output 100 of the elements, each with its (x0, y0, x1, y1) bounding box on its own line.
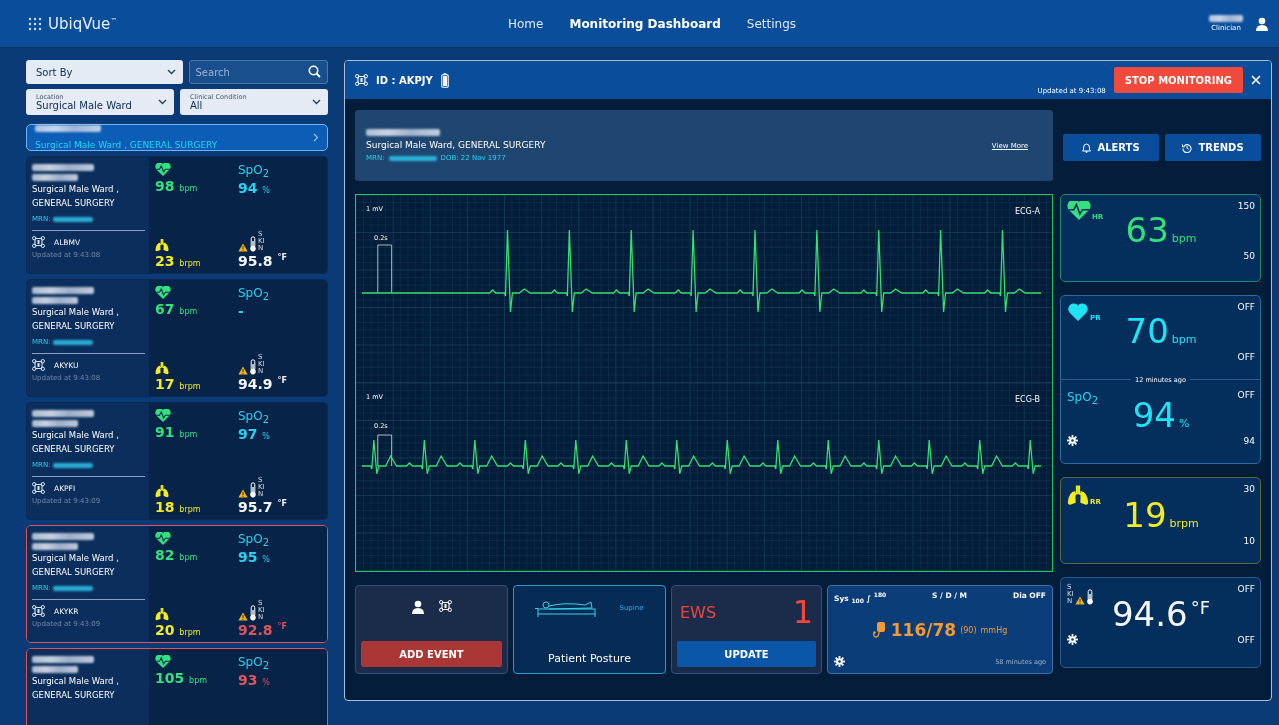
lungs-icon (155, 238, 169, 252)
device-id: ID : AKPJY (376, 74, 433, 86)
settings-icon[interactable] (1067, 634, 1078, 645)
ward-location: Surgical Male Ward , (32, 307, 120, 318)
lower-limit: 50 (1243, 251, 1255, 261)
department: GENERAL SURGERY (32, 321, 116, 332)
redacted-text (32, 533, 94, 540)
spo2-label: SpO$_{2}$ (238, 163, 271, 180)
nav-link[interactable]: Monitoring Dashboard (569, 16, 721, 31)
thermometer-icon (249, 359, 257, 375)
ward-location: Surgical Male Ward, GENERAL SURGERY (366, 140, 547, 150)
spo2-value: - (238, 303, 245, 320)
heart-pulse-icon (155, 409, 171, 423)
nav-link[interactable]: Home (508, 16, 544, 31)
lower-limit: 94 (1243, 435, 1255, 446)
patient-summary-card[interactable]: Surgical Male Ward , GENERAL SURGERY (26, 124, 328, 151)
vital-unit: bpm (1171, 232, 1197, 245)
heart-rate-value: 98 bpm (155, 178, 199, 194)
lungs-icon (155, 484, 169, 498)
heart-pulse-icon (1067, 201, 1091, 221)
ews-label: EWS (680, 602, 717, 622)
redacted-text (32, 666, 78, 673)
ward-location: Surgical Male Ward , (32, 430, 120, 441)
lungs-icon (1067, 484, 1089, 506)
department: GENERAL SURGERY (32, 198, 116, 209)
redacted-text (32, 174, 78, 181)
temperature-value: 94.9 $^{°F}$ (238, 376, 288, 392)
spo2-value: 97 % (238, 426, 271, 443)
sort-dropdown[interactable]: Sort By (26, 60, 183, 84)
temperature-value: 95.7 $^{°F}$ (238, 499, 288, 515)
heart-pulse-icon (155, 532, 171, 546)
pressure-unit: mmHg (980, 625, 1008, 635)
thermometer-icon (1086, 589, 1094, 605)
patient-lying-icon (535, 598, 598, 618)
search-icon (308, 65, 321, 78)
redacted-text (52, 462, 93, 468)
department: GENERAL SURGERY (32, 567, 116, 578)
respiration-rate-value: 18 brpm (155, 499, 202, 515)
sensor-device-icon (32, 359, 45, 371)
respiration-rate-value: 17 brpm (155, 376, 202, 392)
lower-limit: 10 (1243, 536, 1255, 546)
ward-location: Surgical Male Ward , (32, 553, 120, 564)
spo2-value: 93 % (238, 672, 271, 689)
redacted-text (32, 287, 94, 294)
person-icon (411, 600, 425, 614)
redacted-text (52, 585, 93, 591)
redacted-text (32, 543, 78, 550)
redacted-text (35, 125, 101, 132)
redacted-text (32, 420, 78, 427)
spo2-label: SpO$_{2}$ (238, 532, 271, 549)
spo2-value: 94 % (238, 180, 271, 197)
heart-icon (1067, 302, 1089, 322)
upper-limit: OFF (1237, 389, 1255, 400)
vital-unit: °F (1190, 597, 1211, 618)
alerts-button[interactable]: ALERTS (1063, 134, 1159, 161)
department: GENERAL SURGERY (32, 690, 116, 701)
ward-location: Surgical Male Ward , GENERAL SURGERY (35, 140, 218, 150)
heart-pulse-icon (155, 286, 171, 300)
search-field[interactable]: Search (188, 60, 328, 84)
battery-icon (440, 72, 449, 88)
calibration-mark (377, 434, 393, 467)
upper-limit: 30 (1243, 484, 1255, 494)
upper-limit: 150 (1237, 201, 1255, 211)
blood-pressure-icon (872, 621, 887, 639)
upper-limit: OFF (1237, 584, 1255, 594)
chevron-down-icon (312, 99, 321, 105)
sensor-device-icon (355, 74, 368, 86)
redacted-text (32, 410, 94, 417)
sensor-device-icon (439, 600, 452, 612)
history-icon (1182, 142, 1193, 153)
heart-pulse-icon (155, 163, 171, 177)
redacted-text (52, 339, 93, 345)
redacted-text (32, 164, 94, 171)
settings-icon[interactable] (834, 656, 845, 667)
vital-unit: brpm (1169, 517, 1199, 530)
settings-icon[interactable] (1067, 434, 1078, 446)
close-icon[interactable] (1251, 75, 1261, 85)
user-avatar-icon (1255, 16, 1269, 31)
heart-pulse-icon (155, 655, 171, 669)
update-button[interactable]: UPDATE (677, 641, 816, 667)
spo2-value: 95 % (238, 549, 271, 566)
add-event-button[interactable]: ADD EVENT (361, 641, 502, 667)
vital-value: 94 (1132, 397, 1176, 432)
patient-card[interactable]: Surgical Male Ward , GENERAL SURGERY 105 bpm SpO$_{2}$ 93 % (26, 648, 328, 725)
vital-unit: % (1178, 416, 1190, 430)
nav-link[interactable]: Settings (746, 16, 796, 31)
redacted-text (1209, 15, 1243, 22)
vital-value: 63 (1125, 213, 1169, 247)
upper-limit: OFF (1237, 302, 1255, 312)
department: GENERAL SURGERY (32, 444, 116, 455)
temperature-value: 95.8 $^{°F}$ (238, 253, 288, 269)
ward-location: Surgical Male Ward , (32, 184, 120, 195)
stop-monitoring-button[interactable]: STOP MONITORING (1113, 67, 1243, 93)
vital-label: SpO$_{2}$ (1067, 389, 1099, 406)
redacted-text (32, 656, 94, 663)
trends-button[interactable]: TRENDS (1165, 134, 1261, 161)
spo2-label: SpO$_{2}$ (238, 286, 271, 303)
lungs-icon (155, 361, 169, 375)
redacted-text (388, 155, 437, 161)
ecg-lead-label: ECG-B (1015, 395, 1040, 404)
